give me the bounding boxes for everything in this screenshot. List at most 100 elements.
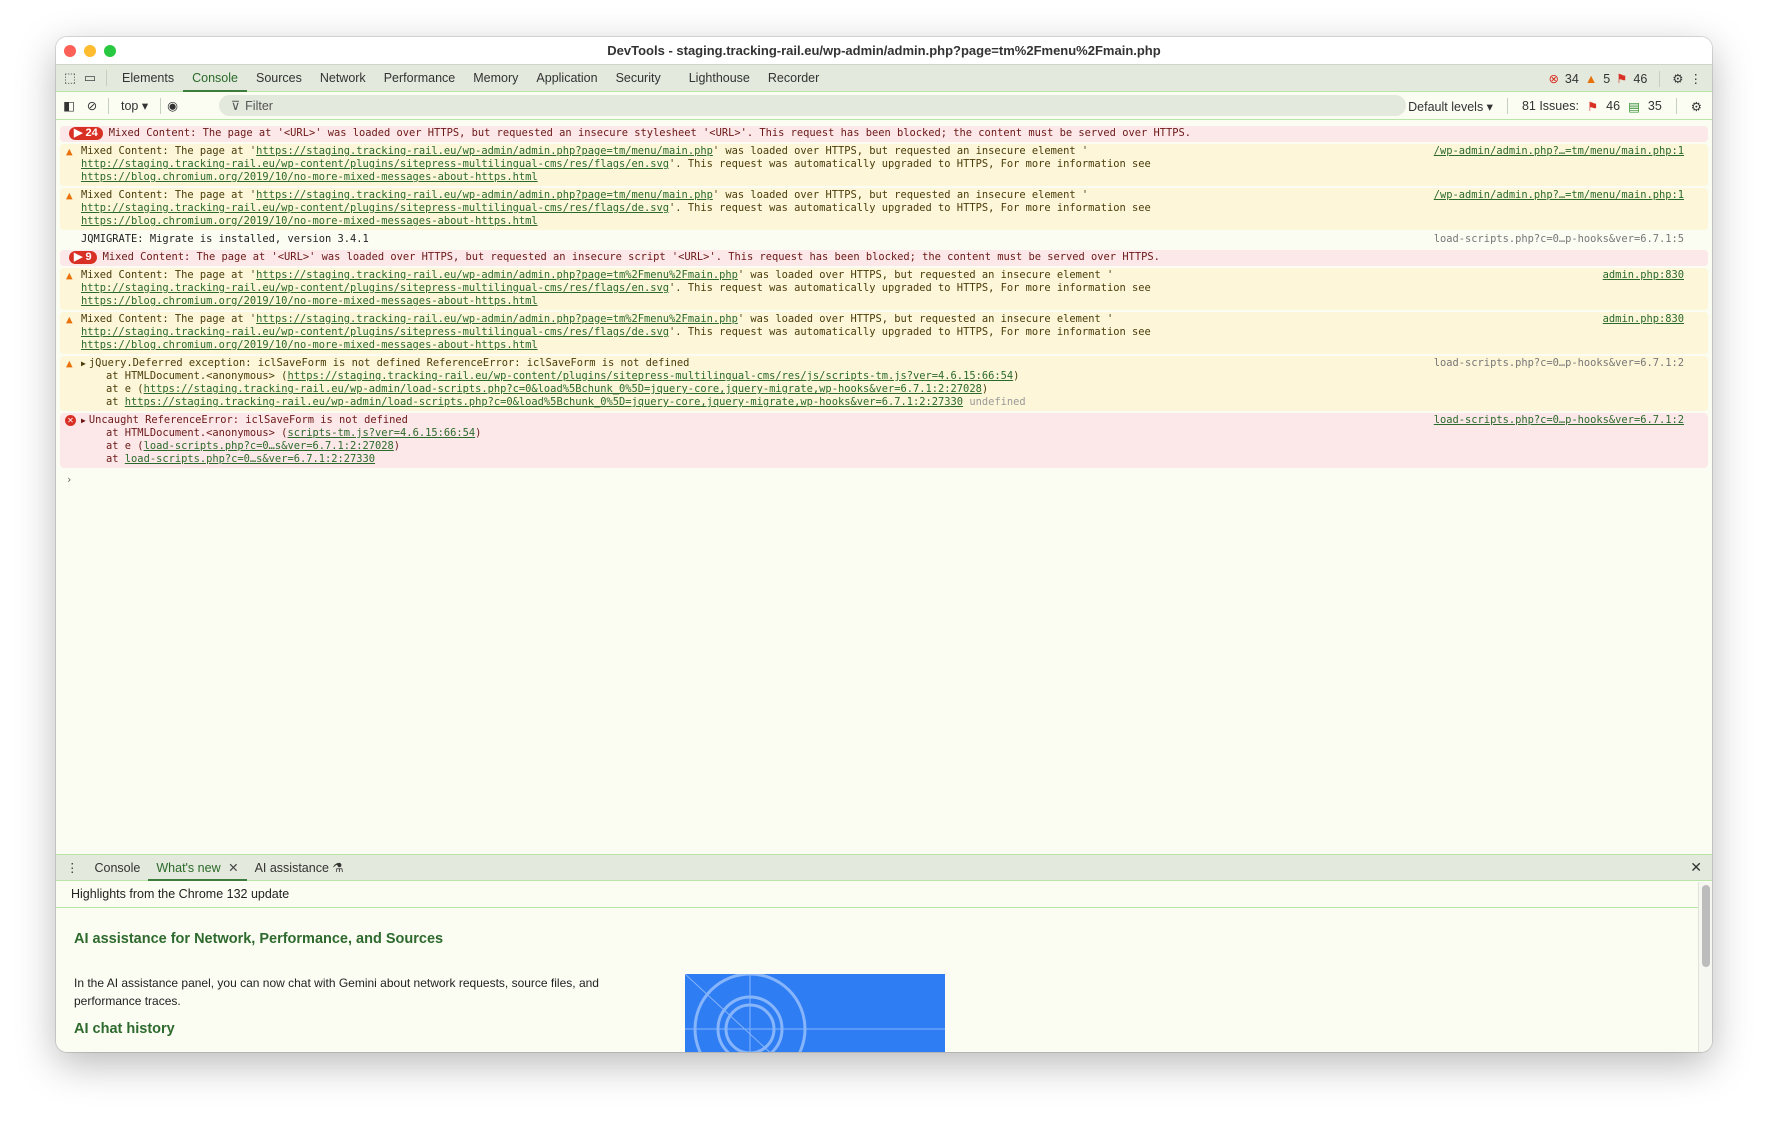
- devtools-window: DevTools - staging.tracking-rail.eu/wp-a…: [56, 37, 1712, 1052]
- source-link[interactable]: https://blog.chromium.org/2019/10/no-mor…: [81, 215, 538, 227]
- section-paragraph: In the AI assistance panel, you can now …: [74, 976, 599, 1008]
- tab-application[interactable]: Application: [527, 65, 606, 92]
- message-line: http://staging.tracking-rail.eu/wp-conte…: [81, 282, 1708, 295]
- drawer-tab-whats-new[interactable]: What's new ✕: [148, 855, 247, 881]
- device-toolbar-icon[interactable]: ▭: [80, 70, 100, 86]
- message-source-link[interactable]: load-scripts.php?c=0…p-hooks&ver=6.7.1:2: [1434, 357, 1684, 370]
- source-link[interactable]: https://blog.chromium.org/2019/10/no-mor…: [81, 295, 538, 307]
- minimize-window-button[interactable]: [84, 45, 96, 57]
- message-text: '. This request was automatically upgrad…: [669, 158, 1151, 170]
- tab-network[interactable]: Network: [311, 65, 375, 92]
- issues-green-count: 35: [1647, 99, 1662, 113]
- message-line: at load-scripts.php?c=0…s&ver=6.7.1:2:27…: [81, 453, 1708, 466]
- tab-security[interactable]: Security: [607, 65, 670, 92]
- message-source-link[interactable]: /wp-admin/admin.php?…=tm/menu/main.php:1: [1434, 145, 1684, 158]
- drawer-tabs: ⋮ Console What's new ✕ AI assistance ⚗ ✕: [56, 855, 1712, 881]
- source-link[interactable]: http://staging.tracking-rail.eu/wp-conte…: [81, 326, 669, 338]
- console-settings-icon[interactable]: ⚙: [1691, 99, 1702, 114]
- message-line: at e (https://staging.tracking-rail.eu/w…: [81, 383, 1708, 396]
- message-text: ): [393, 440, 401, 452]
- maximize-window-button[interactable]: [104, 45, 116, 57]
- source-link[interactable]: https://staging.tracking-rail.eu/wp-admi…: [256, 145, 713, 157]
- message-line: Mixed Content: The page at 'https://stag…: [81, 269, 1708, 282]
- message-line: Mixed Content: The page at 'https://stag…: [81, 313, 1708, 326]
- message-line: https://blog.chromium.org/2019/10/no-mor…: [81, 339, 1708, 352]
- source-link[interactable]: https://staging.tracking-rail.eu/wp-admi…: [256, 313, 738, 325]
- issues-red-count: 46: [1606, 99, 1621, 113]
- section-heading: AI chat history: [74, 1021, 175, 1037]
- status-counts[interactable]: ⊗ 34 ▲ 5 ⚑ 46 ⚙ ⋮: [1548, 65, 1702, 92]
- error-icon: ⊗: [1548, 72, 1559, 86]
- tab-elements[interactable]: Elements: [113, 65, 183, 92]
- expand-triangle-icon[interactable]: ▶: [81, 359, 86, 368]
- close-tab-icon[interactable]: ✕: [228, 861, 238, 875]
- tab-sources[interactable]: Sources: [247, 65, 311, 92]
- console-prompt-input[interactable]: ›: [66, 474, 1712, 486]
- message-text: ): [475, 427, 482, 439]
- issue-flag-icon: ⚑: [1616, 72, 1628, 86]
- message-source-link[interactable]: load-scripts.php?c=0…p-hooks&ver=6.7.1:2: [1434, 414, 1684, 427]
- message-text: at HTMLDocument.<anonymous> (: [81, 370, 288, 382]
- divider: [106, 70, 107, 86]
- source-link[interactable]: https://staging.tracking-rail.eu/wp-admi…: [144, 383, 982, 395]
- window-controls: [64, 45, 116, 57]
- tab-recorder[interactable]: Recorder: [759, 65, 828, 92]
- source-link[interactable]: scripts-tm.js?ver=4.6.15:66:54: [287, 427, 475, 439]
- tab-performance[interactable]: Performance: [375, 65, 465, 92]
- drawer-menu-icon[interactable]: ⋮: [56, 860, 87, 875]
- source-link[interactable]: http://staging.tracking-rail.eu/wp-conte…: [81, 158, 669, 170]
- tab-memory[interactable]: Memory: [464, 65, 527, 92]
- close-window-button[interactable]: [64, 45, 76, 57]
- source-link[interactable]: load-scripts.php?c=0…s&ver=6.7.1:2:27028: [144, 440, 394, 452]
- drawer-tab-console[interactable]: Console: [87, 855, 149, 881]
- warning-icon: ▲: [66, 313, 73, 326]
- source-link[interactable]: https://staging.tracking-rail.eu/wp-admi…: [256, 269, 738, 281]
- message-source-link[interactable]: load-scripts.php?c=0…p-hooks&ver=6.7.1:5: [1434, 233, 1684, 246]
- divider: [160, 97, 162, 114]
- inspect-element-icon[interactable]: ⬚: [60, 70, 80, 86]
- sidebar-toggle-icon[interactable]: ◧: [56, 98, 82, 113]
- tab-lighthouse[interactable]: Lighthouse: [680, 65, 759, 92]
- source-link[interactable]: https://staging.tracking-rail.eu/wp-admi…: [125, 396, 963, 408]
- message-line: http://staging.tracking-rail.eu/wp-conte…: [81, 326, 1708, 339]
- source-link[interactable]: https://blog.chromium.org/2019/10/no-mor…: [81, 171, 538, 183]
- source-link[interactable]: https://staging.tracking-rail.eu/wp-cont…: [287, 370, 1013, 382]
- message-line: https://blog.chromium.org/2019/10/no-mor…: [81, 171, 1708, 184]
- repeat-count-badge[interactable]: ▶ 24: [69, 127, 103, 140]
- title-bar: DevTools - staging.tracking-rail.eu/wp-a…: [56, 37, 1712, 65]
- more-options-icon[interactable]: ⋮: [1690, 71, 1703, 86]
- info-flag-icon: ▤: [1628, 99, 1640, 114]
- expand-triangle-icon[interactable]: ▶: [81, 416, 86, 425]
- issue-count: 46: [1633, 71, 1648, 86]
- message-text: at e (: [81, 440, 144, 452]
- issues-label[interactable]: 81 Issues:: [1522, 99, 1579, 113]
- source-link[interactable]: http://staging.tracking-rail.eu/wp-conte…: [81, 282, 669, 294]
- clear-console-icon[interactable]: ⊘: [82, 98, 102, 113]
- message-line: at HTMLDocument.<anonymous> (scripts-tm.…: [81, 427, 1708, 440]
- log-levels-dropdown[interactable]: Default levels ▾: [1408, 99, 1493, 114]
- source-link[interactable]: http://staging.tracking-rail.eu/wp-conte…: [81, 202, 669, 214]
- message-line: https://blog.chromium.org/2019/10/no-mor…: [81, 215, 1708, 228]
- drawer-tab-ai-assistance[interactable]: AI assistance ⚗: [247, 855, 352, 881]
- message-source-link[interactable]: admin.php:830: [1603, 269, 1684, 282]
- video-thumbnail[interactable]: new: [685, 974, 945, 1052]
- message-source-link[interactable]: /wp-admin/admin.php?…=tm/menu/main.php:1: [1434, 189, 1684, 202]
- drawer-scrollbar[interactable]: [1698, 882, 1712, 1052]
- console-message: ▶ 9 Mixed Content: The page at '<URL>' wa…: [60, 250, 1708, 266]
- close-drawer-icon[interactable]: ✕: [1690, 859, 1702, 876]
- source-link[interactable]: https://blog.chromium.org/2019/10/no-mor…: [81, 339, 538, 351]
- message-line: http://staging.tracking-rail.eu/wp-conte…: [81, 158, 1708, 171]
- settings-icon[interactable]: ⚙: [1672, 71, 1683, 86]
- message-source-link[interactable]: admin.php:830: [1603, 313, 1684, 326]
- filter-input[interactable]: ⊽ Filter: [219, 95, 1406, 116]
- repeat-count-badge[interactable]: ▶ 9: [69, 251, 97, 264]
- issue-flag-icon: ⚑: [1586, 99, 1599, 114]
- console-message: ▶ 24 Mixed Content: The page at '<URL>' w…: [60, 126, 1708, 142]
- context-selector[interactable]: top ▾: [115, 98, 154, 113]
- error-count: 34: [1564, 71, 1579, 86]
- source-link[interactable]: https://staging.tracking-rail.eu/wp-admi…: [256, 189, 713, 201]
- source-link[interactable]: load-scripts.php?c=0…s&ver=6.7.1:2:27330: [125, 453, 375, 465]
- message-line: ▶ 9 Mixed Content: The page at '<URL>' wa…: [69, 251, 1708, 264]
- tab-console[interactable]: Console: [183, 65, 247, 92]
- live-expression-eye-icon[interactable]: ◉: [167, 98, 178, 113]
